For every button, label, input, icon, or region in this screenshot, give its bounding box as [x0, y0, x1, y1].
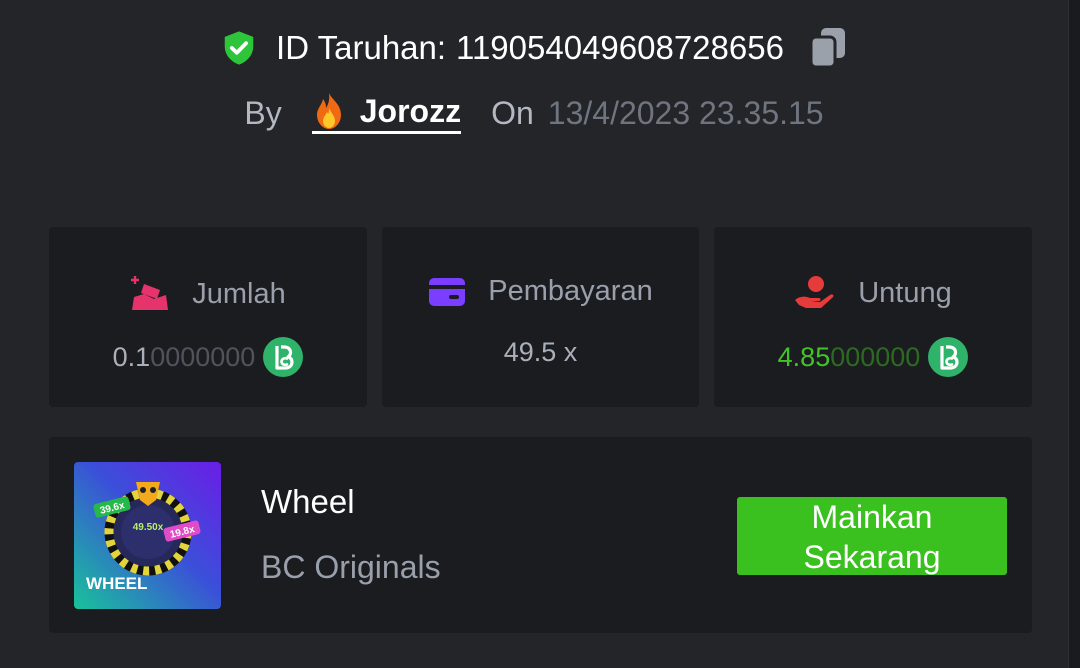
timestamp: 13/4/2023 23.35.15	[547, 94, 824, 131]
play-now-line-1: Mainkan	[811, 499, 933, 535]
bet-amount-icon	[131, 276, 169, 310]
game-banner: 39.6x 49.50x 19.8x WHEEL Wheel BC Origin…	[49, 437, 1032, 633]
bc-coin-icon	[928, 337, 969, 377]
play-now-line-2: Sekarang	[803, 539, 941, 575]
profit-label: Untung	[858, 276, 952, 309]
bet-id-value: 119054049608728656	[456, 29, 784, 66]
profit-card: Untung 4.85 000000	[714, 227, 1032, 407]
game-thumbnail[interactable]: 39.6x 49.50x 19.8x WHEEL	[74, 462, 221, 609]
bet-id-label: ID Taruhan:	[276, 29, 447, 66]
author-row: By Jorozz On 13/4/2023 23.35.15	[0, 92, 1068, 134]
game-title[interactable]: Wheel	[261, 483, 355, 521]
profit-value: 4.85 000000	[714, 337, 1032, 377]
play-now-button[interactable]: Mainkan Sekarang	[737, 497, 1007, 575]
by-label: By	[244, 94, 282, 131]
amount-label: Jumlah	[192, 277, 286, 310]
on-label: On	[491, 94, 534, 131]
bet-id-row: ID Taruhan: 119054049608728656	[0, 26, 1068, 70]
copy-icon[interactable]	[808, 26, 848, 70]
thumb-title: WHEEL	[86, 574, 147, 593]
thumb-multiplier-2: 49.50x	[133, 522, 164, 533]
wallet-icon	[429, 277, 466, 306]
amount-value: 0.1 0000000	[49, 337, 367, 377]
bet-id-text: ID Taruhan: 119054049608728656	[276, 29, 784, 67]
username-link[interactable]: Jorozz	[311, 92, 462, 134]
scrollbar-track[interactable]	[1068, 0, 1080, 668]
amount-card: Jumlah 0.1 0000000	[49, 227, 367, 407]
bc-coin-icon	[263, 337, 304, 377]
username: Jorozz	[359, 92, 462, 129]
payout-label: Pembayaran	[488, 275, 653, 307]
payout-card: Pembayaran 49.5 x	[382, 227, 699, 407]
payout-value: 49.5 x	[503, 337, 578, 367]
profit-hand-icon	[795, 276, 834, 308]
fire-icon	[316, 93, 341, 129]
game-provider: BC Originals	[261, 549, 441, 585]
shield-check-icon	[224, 31, 254, 65]
